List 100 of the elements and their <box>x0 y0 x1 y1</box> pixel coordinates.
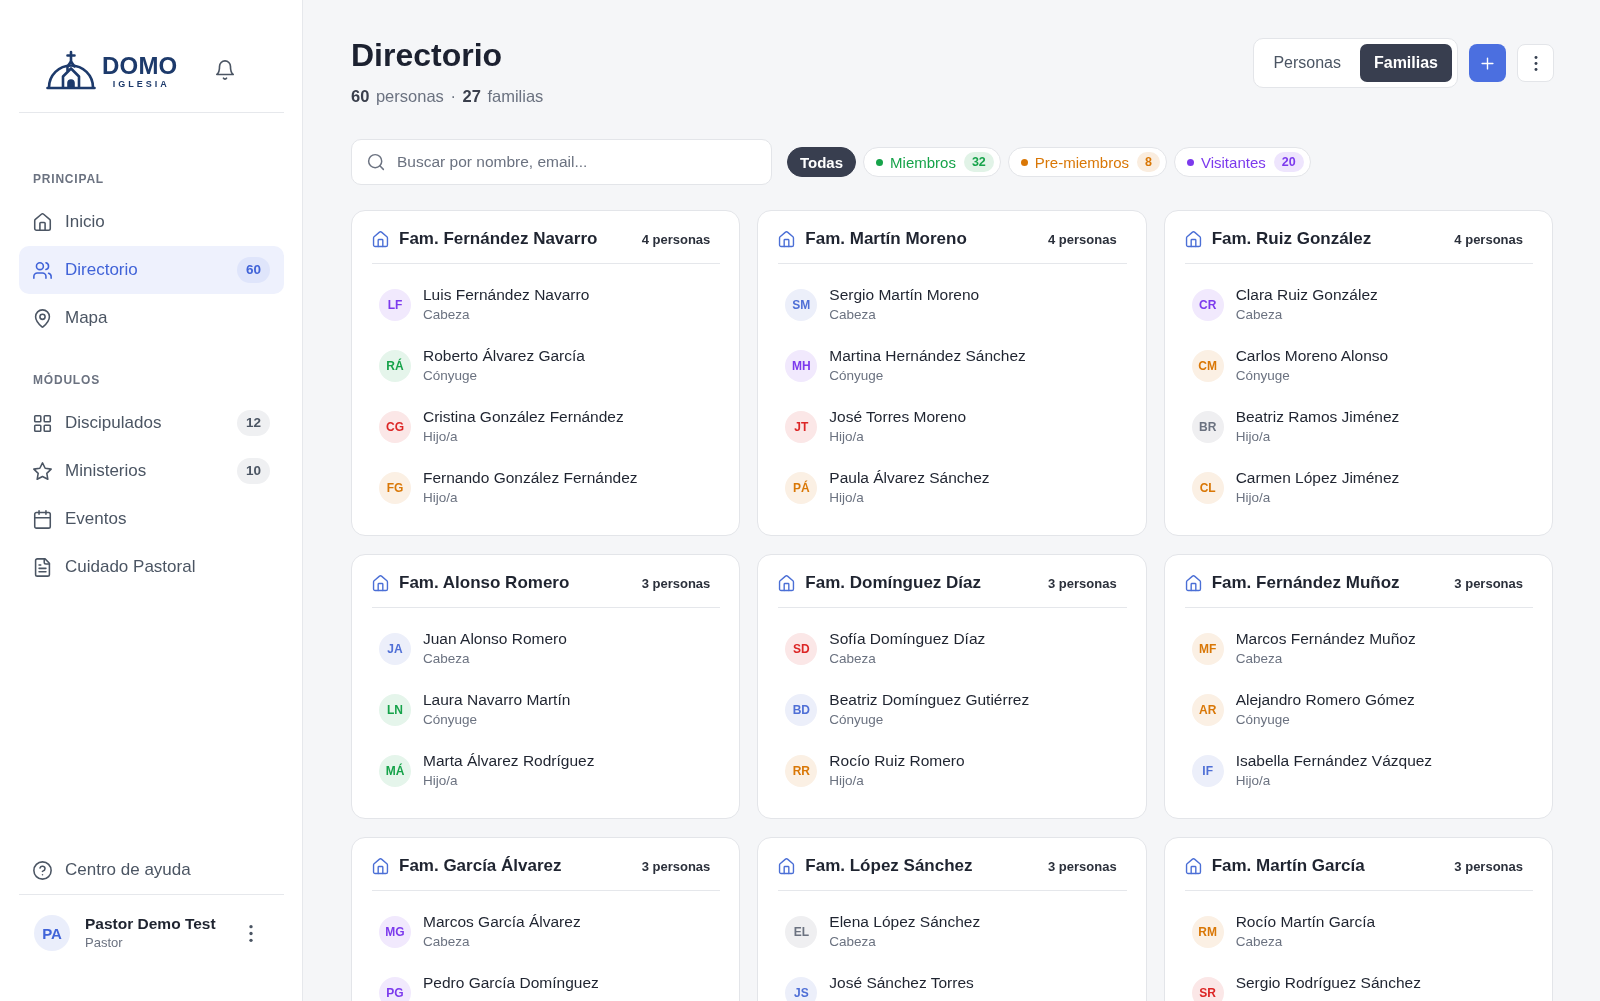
nav-item[interactable]: Cuidado Pastoral <box>19 543 284 591</box>
user-role: Pastor <box>85 934 124 952</box>
avatar: SM <box>785 288 818 321</box>
member-name: Laura Navarro Martín <box>423 690 571 710</box>
count-badge: 10 <box>237 458 270 484</box>
member-name: Isabella Fernández Vázquez <box>1235 751 1433 771</box>
house-icon <box>372 574 389 592</box>
view-tab[interactable]: Personas <box>1259 44 1355 82</box>
nav-item[interactable]: Inicio <box>19 198 284 246</box>
member-role: Hijo/a <box>829 489 865 507</box>
count-badge: 20 <box>1273 152 1304 172</box>
count-badge: 32 <box>963 152 994 172</box>
member-role: Hijo/a <box>1235 772 1272 790</box>
member-name: Martina Hernández Sánchez <box>829 346 1026 366</box>
nav-item[interactable]: Mapa <box>19 294 284 342</box>
member-name: Elena López Sánchez <box>829 912 981 932</box>
member-name: Clara Ruiz González <box>1235 285 1378 305</box>
count-badge: 60 <box>237 257 270 283</box>
view-tab[interactable]: Familias <box>1359 44 1452 82</box>
member-role: Hijo/a <box>1235 489 1272 507</box>
member-role: Cabeza <box>829 650 877 668</box>
family-name: Fam. Martín Moreno <box>805 229 967 249</box>
bell-icon[interactable] <box>215 60 236 80</box>
house-icon <box>778 574 796 592</box>
member-name: Juan Alonso Romero <box>423 629 567 649</box>
member-name: Fernando González Fernández <box>423 468 638 488</box>
filter-chip[interactable]: Todas <box>787 147 857 177</box>
nav-item[interactable]: Eventos <box>19 495 284 543</box>
house-icon <box>778 857 796 875</box>
house-icon <box>372 230 389 248</box>
grid-icon <box>33 413 52 433</box>
logo-tagline: IGLESIA <box>112 79 170 89</box>
help-link[interactable]: Centro de ayuda <box>19 846 284 894</box>
avatar: JT <box>785 410 818 443</box>
avatar: PG <box>379 976 411 1001</box>
family-name: Fam. Fernández Muñoz <box>1211 573 1400 593</box>
member-name: Rocío Martín García <box>1235 912 1376 932</box>
avatar: RR <box>785 754 818 787</box>
family-name: Fam. Alonso Romero <box>399 573 570 593</box>
member-role: Cabeza <box>423 306 471 324</box>
member-role: Cabeza <box>423 933 471 951</box>
user-name: Pastor Demo Test <box>85 914 216 934</box>
filter-chip[interactable]: Visitantes 20 <box>1173 147 1311 177</box>
member-name: Rocío Ruiz Romero <box>829 751 965 771</box>
avatar: CG <box>379 410 411 443</box>
calendar-icon <box>33 509 52 529</box>
avatar: MÁ <box>379 754 411 787</box>
member-role: Hijo/a <box>1235 428 1272 446</box>
avatar: MF <box>1191 632 1224 665</box>
family-name: Fam. García Álvarez <box>399 856 562 876</box>
add-button[interactable] <box>1469 44 1506 82</box>
member-name: Carlos Moreno Alonso <box>1235 346 1389 366</box>
member-role: Cónyuge <box>1235 711 1291 729</box>
plus-icon <box>1479 54 1496 72</box>
member-role: Cónyuge <box>423 367 479 385</box>
help-icon <box>33 860 52 880</box>
nav-item[interactable]: Discipulados 12 <box>19 399 284 447</box>
member-count: 3 personas <box>641 858 711 874</box>
search-field[interactable]: Buscar por nombre, email... <box>351 139 772 185</box>
avatar: SR <box>1191 976 1224 1001</box>
family-name: Fam. Domínguez Díaz <box>805 573 981 593</box>
member-name: José Sánchez Torres <box>829 973 974 993</box>
member-name: Marcos Fernández Muñoz <box>1235 629 1416 649</box>
nav-item[interactable]: Directorio 60 <box>19 246 284 294</box>
member-role: Cabeza <box>1235 933 1284 951</box>
member-role: Cabeza <box>423 650 471 668</box>
member-name: Marcos García Álvarez <box>423 912 581 932</box>
users-icon <box>33 260 52 280</box>
member-name: Carmen López Jiménez <box>1235 468 1400 488</box>
house-icon <box>1184 230 1202 248</box>
avatar: LF <box>379 288 411 321</box>
nav-item[interactable]: Ministerios 10 <box>19 447 284 495</box>
avatar: BD <box>785 693 818 726</box>
member-name: Marta Álvarez Rodríguez <box>423 751 595 771</box>
member-role: Cabeza <box>1235 306 1284 324</box>
member-name: Luis Fernández Navarro <box>423 285 590 305</box>
avatar: MH <box>785 349 818 382</box>
house-icon <box>1184 857 1202 875</box>
member-role: Hijo/a <box>423 428 459 446</box>
home-icon <box>33 212 52 232</box>
church-icon <box>46 50 96 90</box>
search-icon <box>367 153 385 171</box>
member-role: Cabeza <box>1235 650 1284 668</box>
member-name: Sofía Domínguez Díaz <box>829 629 986 649</box>
avatar: AR <box>1191 693 1224 726</box>
avatar: MG <box>379 915 411 948</box>
member-name: Pedro García Domínguez <box>423 973 599 993</box>
member-name: Beatriz Ramos Jiménez <box>1235 407 1400 427</box>
section-label: PRINCIPAL <box>32 171 105 187</box>
count-badge: 12 <box>237 410 270 436</box>
family-name: Fam. López Sánchez <box>805 856 973 876</box>
more-icon[interactable] <box>249 924 253 942</box>
document-icon <box>33 557 52 577</box>
member-role: Hijo/a <box>829 428 865 446</box>
member-role: Cónyuge <box>829 711 885 729</box>
member-role: Cabeza <box>829 933 877 951</box>
member-count: 3 personas <box>1454 575 1523 591</box>
house-icon <box>778 230 796 248</box>
member-role: Cónyuge <box>829 367 885 385</box>
section-label: MÓDULOS <box>32 372 101 388</box>
